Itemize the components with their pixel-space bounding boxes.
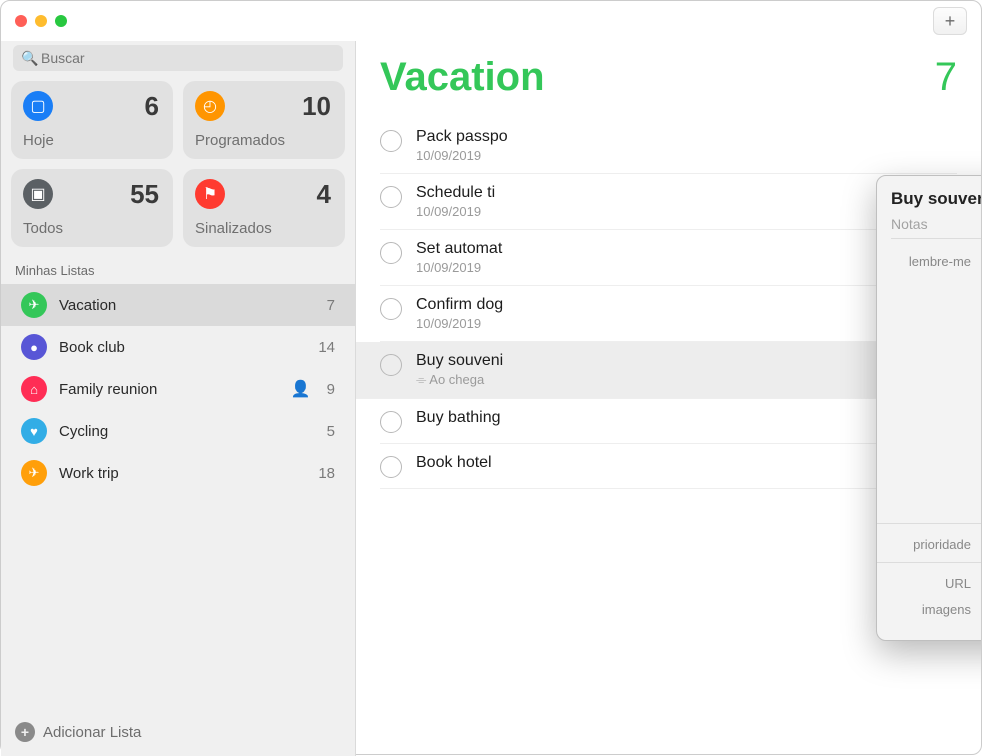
my-lists-header: Minhas Listas: [15, 263, 341, 278]
list-icon: ✈: [21, 292, 47, 318]
add-reminder-button[interactable]: +: [933, 7, 967, 35]
reminder-subtitle: 10/09/2019: [416, 148, 508, 163]
main-pane: Vacation 7 Pack passpo 10/09/2019 Schedu…: [356, 41, 981, 756]
list-count: 18: [318, 465, 335, 482]
reminder-row[interactable]: Confirm dog 10/09/2019: [380, 286, 957, 342]
reminder-title: Buy bathing: [416, 409, 501, 427]
list-name: Vacation: [59, 297, 315, 314]
calendar-icon: ▢: [23, 91, 53, 121]
window-controls: [15, 15, 67, 27]
smart-list-label: Hoje: [23, 132, 54, 149]
list-count: 7: [327, 297, 335, 314]
complete-toggle[interactable]: [380, 130, 402, 152]
notes-field[interactable]: Notas: [891, 216, 981, 239]
reminder-inspector-popover: Buy souvenirs ⚑ Notas lembre-me Em uma D…: [876, 175, 981, 641]
list-icon: ●: [21, 334, 47, 360]
list-icon: ✈: [21, 460, 47, 486]
reminder-title: Buy souveni: [416, 352, 503, 370]
reminder-row[interactable]: Pack passpo 10/09/2019: [380, 118, 957, 174]
complete-toggle[interactable]: [380, 411, 402, 433]
list-row-bookclub[interactable]: ● Book club 14: [1, 326, 355, 368]
close-window-button[interactable]: [15, 15, 27, 27]
complete-toggle[interactable]: [380, 298, 402, 320]
list-row-vacation[interactable]: ✈ Vacation 7: [1, 284, 355, 326]
list-name: Book club: [59, 339, 306, 356]
smart-list-label: Programados: [195, 132, 285, 149]
smart-list-count: 10: [302, 91, 331, 122]
smart-list-count: 55: [130, 179, 159, 210]
reminder-title: Book hotel: [416, 454, 492, 472]
list-count: 5: [327, 423, 335, 440]
reminder-title: Pack passpo: [416, 128, 508, 146]
smart-list-label: Sinalizados: [195, 220, 272, 237]
reminder-title: Confirm dog: [416, 296, 503, 314]
complete-toggle[interactable]: [380, 456, 402, 478]
reminder-subtitle: 10/09/2019: [416, 316, 503, 331]
images-label: imagens: [891, 599, 971, 617]
reminder-title: Set automat: [416, 240, 502, 258]
priority-label: prioridade: [891, 534, 971, 552]
reminder-subtitle: 10/09/2019: [416, 260, 502, 275]
list-count: 9: [327, 381, 335, 398]
list-count: 14: [318, 339, 335, 356]
my-lists: ✈ Vacation 7 ● Book club 14 ⌂ Family reu…: [1, 284, 355, 716]
sidebar: 🔍 ▢ 6 Hoje ◴ 10 Programados ▣ 55 Todos ⚑…: [1, 41, 356, 756]
smart-list-flagged[interactable]: ⚑ 4 Sinalizados: [183, 169, 345, 247]
smart-list-label: Todos: [23, 220, 63, 237]
url-label: URL: [891, 573, 971, 591]
add-list-label: Adicionar Lista: [43, 724, 141, 741]
inspector-title[interactable]: Buy souvenirs: [891, 189, 981, 209]
search-icon: 🔍: [21, 50, 38, 67]
smart-list-today[interactable]: ▢ 6 Hoje: [11, 81, 173, 159]
add-list-button[interactable]: + Adicionar Lista: [11, 716, 345, 746]
reminder-subtitle: 10/09/2019: [416, 204, 495, 219]
smart-list-count: 4: [317, 179, 331, 210]
search-field[interactable]: 🔍: [13, 45, 343, 71]
list-title: Vacation: [380, 55, 545, 100]
list-total-count: 7: [935, 55, 957, 100]
list-row-family[interactable]: ⌂ Family reunion 👤 9: [1, 368, 355, 410]
complete-toggle[interactable]: [380, 354, 402, 376]
smart-list-all[interactable]: ▣ 55 Todos: [11, 169, 173, 247]
list-icon: ⌂: [21, 376, 47, 402]
reminder-subtitle: ⌯ Ao chega: [416, 372, 503, 388]
reminder-row[interactable]: Schedule ti 10/09/2019: [380, 174, 957, 230]
clock-icon: ◴: [195, 91, 225, 121]
list-row-cycling[interactable]: ♥ Cycling 5: [1, 410, 355, 452]
inbox-icon: ▣: [23, 179, 53, 209]
flag-icon: ⚑: [195, 179, 225, 209]
remind-me-label: lembre-me: [891, 251, 971, 269]
plus-icon: +: [945, 11, 956, 32]
reminder-row[interactable]: Set automat 10/09/2019: [380, 230, 957, 286]
zoom-window-button[interactable]: [55, 15, 67, 27]
plus-circle-icon: +: [15, 722, 35, 742]
list-name: Work trip: [59, 465, 306, 482]
list-icon: ♥: [21, 418, 47, 444]
search-input[interactable]: [13, 45, 343, 71]
smart-list-count: 6: [145, 91, 159, 122]
list-row-worktrip[interactable]: ✈ Work trip 18: [1, 452, 355, 494]
reminder-row[interactable]: Buy bathing: [380, 399, 957, 444]
complete-toggle[interactable]: [380, 186, 402, 208]
window-titlebar: +: [1, 1, 981, 41]
smart-list-scheduled[interactable]: ◴ 10 Programados: [183, 81, 345, 159]
minimize-window-button[interactable]: [35, 15, 47, 27]
list-name: Cycling: [59, 423, 315, 440]
list-name: Family reunion: [59, 381, 279, 398]
reminder-title: Schedule ti: [416, 184, 495, 202]
complete-toggle[interactable]: [380, 242, 402, 264]
reminder-row[interactable]: Book hotel: [380, 444, 957, 489]
shared-icon: 👤: [291, 379, 311, 399]
